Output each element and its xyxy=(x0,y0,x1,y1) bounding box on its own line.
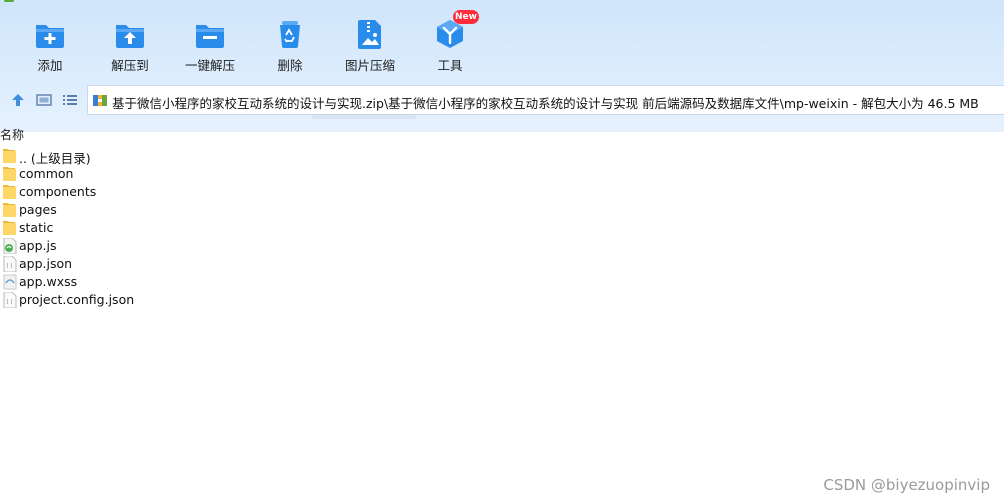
folder-quick-extract-icon xyxy=(196,25,224,48)
address-bar[interactable]: 基于微信小程序的家校互动系统的设计与实现.zip\基于微信小程序的家校互动系统的… xyxy=(87,85,1004,115)
list-view-icon[interactable] xyxy=(61,91,79,109)
item-name: app.wxss xyxy=(19,274,78,289)
delete-button[interactable]: 删除 xyxy=(252,14,328,76)
file-list: .. (上级目录) common components pages static… xyxy=(0,147,600,309)
js-file-icon xyxy=(3,238,17,254)
item-name: components xyxy=(19,184,97,199)
list-item[interactable]: common xyxy=(0,165,600,183)
list-item[interactable]: pages xyxy=(0,201,600,219)
file-icon xyxy=(3,292,17,308)
item-name: common xyxy=(19,166,74,181)
extract-to-label: 解压到 xyxy=(111,58,149,73)
extract-to-button[interactable]: 解压到 xyxy=(92,14,168,76)
header-scroll-indicator[interactable] xyxy=(312,115,416,119)
list-item[interactable]: static xyxy=(0,219,600,237)
folder-add-icon xyxy=(36,25,64,48)
list-item[interactable]: app.js xyxy=(0,237,600,255)
zip-archive-icon xyxy=(93,95,107,106)
item-name: app.js xyxy=(19,238,57,253)
item-name: static xyxy=(19,220,54,235)
list-item[interactable]: app.wxss xyxy=(0,273,600,291)
list-item[interactable]: app.json xyxy=(0,255,600,273)
thumbnail-view-icon[interactable] xyxy=(35,91,53,109)
image-zip-icon xyxy=(358,20,381,49)
watermark-text: CSDN @biyezuopinvip xyxy=(823,476,990,494)
item-name: app.json xyxy=(19,256,73,271)
new-badge: New xyxy=(453,10,479,24)
one-click-extract-button[interactable]: 一键解压 xyxy=(172,14,248,76)
style-file-icon xyxy=(3,274,17,290)
tools-button[interactable]: 工具 xyxy=(412,14,488,76)
file-icon xyxy=(3,256,17,272)
add-button[interactable]: 添加 xyxy=(12,14,88,76)
list-item[interactable]: .. (上级目录) xyxy=(0,147,600,166)
image-compress-label: 图片压缩 xyxy=(344,58,395,73)
folder-icon xyxy=(3,149,16,163)
one-click-extract-label: 一键解压 xyxy=(184,58,235,73)
archive-window: 添加 解压到 一键解压 删除 图片压缩 工具 New 基于微信小程序的家校互动系… xyxy=(0,0,1004,504)
app-logo-icon xyxy=(4,0,14,2)
address-row: 基于微信小程序的家校互动系统的设计与实现.zip\基于微信小程序的家校互动系统的… xyxy=(0,84,1004,116)
item-name: project.config.json xyxy=(19,292,135,307)
list-item[interactable]: components xyxy=(0,183,600,201)
folder-icon xyxy=(3,203,16,217)
toolbar: 添加 解压到 一键解压 删除 图片压缩 工具 xyxy=(0,14,1004,76)
add-label: 添加 xyxy=(37,58,63,73)
name-column-label: 名称 xyxy=(0,128,25,142)
list-item[interactable]: project.config.json xyxy=(0,291,600,309)
tools-label: 工具 xyxy=(437,58,463,73)
delete-label: 删除 xyxy=(277,58,303,73)
address-path: 基于微信小程序的家校互动系统的设计与实现.zip\基于微信小程序的家校互动系统的… xyxy=(112,96,979,111)
item-name: pages xyxy=(19,202,57,217)
folder-icon xyxy=(3,221,16,235)
folder-extract-icon xyxy=(116,25,144,48)
image-compress-button[interactable]: 图片压缩 xyxy=(332,14,408,76)
window-title-stub xyxy=(2,0,74,4)
up-arrow-icon[interactable] xyxy=(9,91,27,109)
folder-icon xyxy=(3,167,16,181)
recycle-bin-icon xyxy=(280,21,300,48)
folder-icon xyxy=(3,185,16,199)
name-column-header[interactable]: 名称 xyxy=(0,124,1004,142)
